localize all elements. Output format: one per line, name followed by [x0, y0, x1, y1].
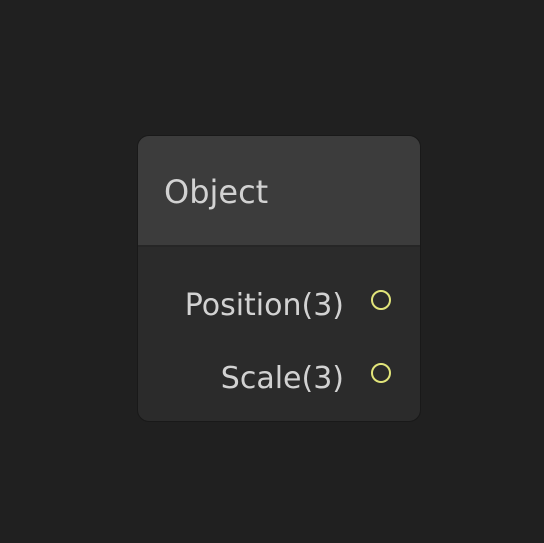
output-port-position[interactable] — [371, 290, 391, 310]
object-node[interactable]: Object Position(3) Scale(3) — [137, 135, 421, 422]
port-label-position: Position(3) — [184, 288, 344, 323]
output-port-scale[interactable] — [371, 363, 391, 383]
port-label-scale: Scale(3) — [220, 361, 344, 396]
port-row-scale: Scale(3) — [138, 357, 420, 401]
graph-canvas[interactable]: Object Position(3) Scale(3) — [0, 0, 544, 543]
node-header[interactable]: Object — [138, 136, 420, 247]
node-title: Object — [164, 173, 269, 211]
port-row-position: Position(3) — [138, 284, 420, 328]
